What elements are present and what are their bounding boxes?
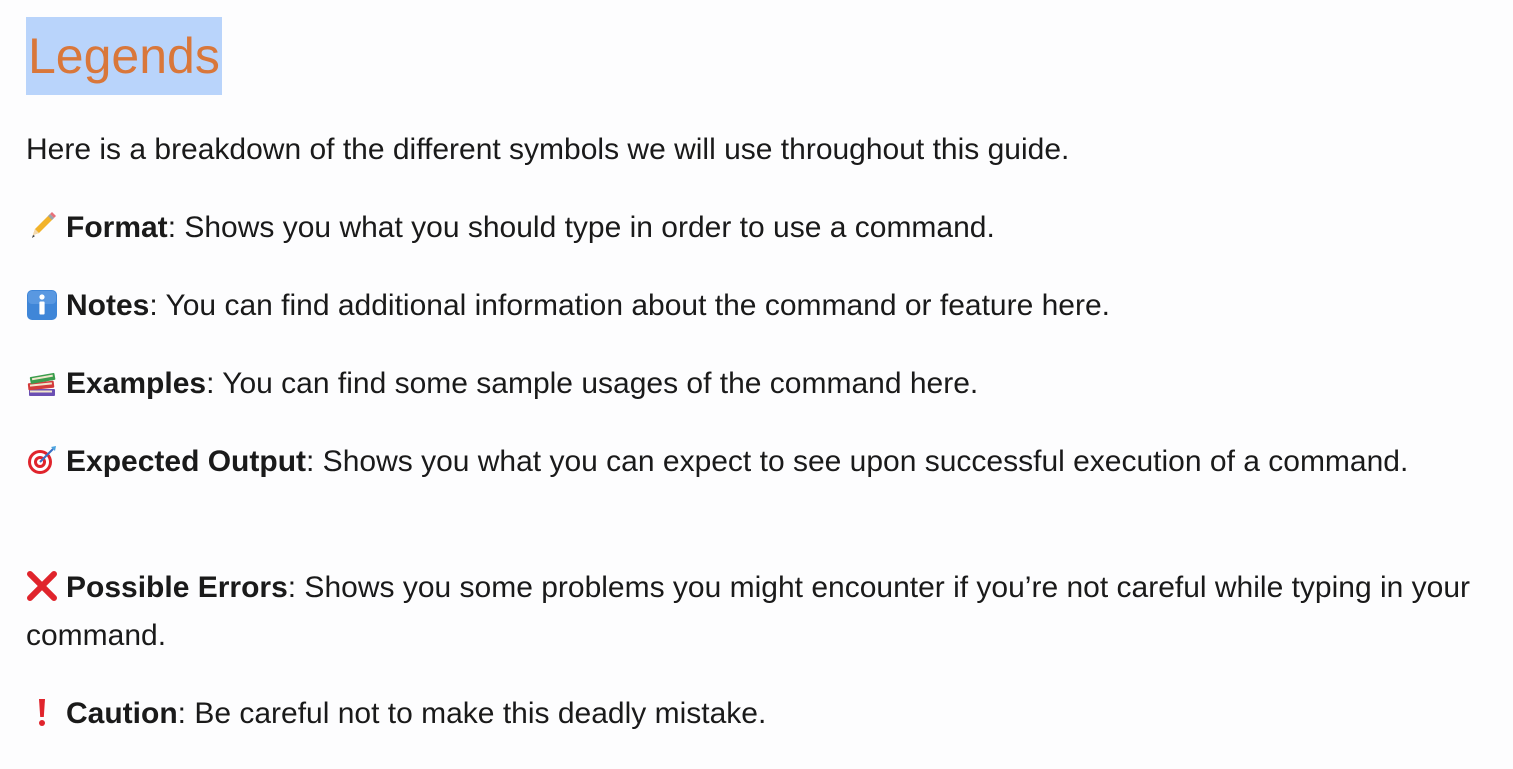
books-icon xyxy=(27,372,56,396)
legend-description: : You can find additional information ab… xyxy=(149,289,1110,322)
legend-description: : Shows you what you can expect to see u… xyxy=(306,445,1409,478)
exclamation-icon xyxy=(39,699,45,726)
legend-term: Format xyxy=(66,211,168,244)
legend-term: Caution xyxy=(66,697,178,730)
legend-term: Examples xyxy=(66,367,207,400)
legend-item-possible-errors: Possible Errors: Shows you some problems… xyxy=(26,564,1492,660)
legend-item-format: Format: Shows you what you should type i… xyxy=(26,204,1492,252)
legend-item-notes: Notes: You can find additional informati… xyxy=(26,282,1492,330)
pencil-icon xyxy=(32,212,56,238)
target-icon xyxy=(28,446,56,474)
legend-description: : Shows you what you should type in orde… xyxy=(167,211,995,244)
legend-item-examples: Examples: You can find some sample usage… xyxy=(26,360,1492,408)
cross-mark-icon xyxy=(27,571,57,601)
legend-term: Notes xyxy=(66,289,150,322)
intro-text: Here is a breakdown of the different sym… xyxy=(26,133,1070,166)
legend-description: : You can find some sample usages of the… xyxy=(206,367,979,400)
page-title: Legends xyxy=(26,17,222,95)
info-icon xyxy=(27,290,57,320)
legend-item-expected-output: Expected Output: Shows you what you can … xyxy=(26,438,1492,486)
legend-item-caution: Caution: Be careful not to make this dea… xyxy=(26,690,1492,738)
legend-term: Expected Output xyxy=(66,445,307,478)
legend-description: : Be careful not to make this deadly mis… xyxy=(177,697,767,730)
legend-term: Possible Errors xyxy=(66,571,288,604)
